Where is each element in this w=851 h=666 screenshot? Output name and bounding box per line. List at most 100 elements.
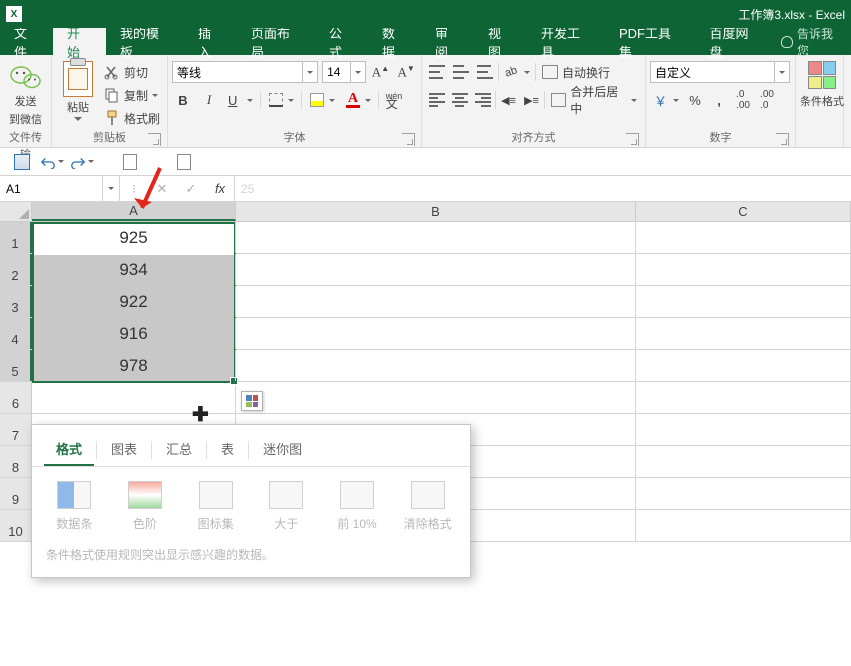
cell-a1[interactable]: 925 xyxy=(32,222,236,253)
cancel-formula-button[interactable]: ✕ xyxy=(148,181,176,197)
tab-insert[interactable]: 插入 xyxy=(184,28,237,55)
cell-b5[interactable] xyxy=(236,350,636,381)
align-middle-button[interactable] xyxy=(450,61,472,83)
cell-c2[interactable] xyxy=(636,254,851,285)
tab-file[interactable]: 文件 xyxy=(0,28,53,55)
enter-formula-button[interactable]: ✓ xyxy=(177,181,205,197)
undo-button[interactable] xyxy=(40,150,64,174)
cell-b6[interactable] xyxy=(236,382,636,413)
cell-c1[interactable] xyxy=(636,222,851,253)
cell-c8[interactable] xyxy=(636,446,851,477)
quick-analysis-button[interactable] xyxy=(241,391,263,411)
row-header-1[interactable]: 1 xyxy=(0,222,32,253)
row-header-10[interactable]: 10 xyxy=(0,510,32,541)
qa-item-databars[interactable]: 数据条 xyxy=(44,481,105,532)
alignment-dialog-launcher[interactable] xyxy=(626,133,639,146)
cell-b3[interactable] xyxy=(236,286,636,317)
percent-button[interactable]: % xyxy=(684,89,706,111)
cell-a4[interactable]: 916 xyxy=(32,318,236,349)
qa-item-top10[interactable]: 前 10% xyxy=(327,481,388,532)
font-dialog-launcher[interactable] xyxy=(402,133,415,146)
qa-tab-sparklines[interactable]: 迷你图 xyxy=(251,433,314,466)
row-header-2[interactable]: 2 xyxy=(0,254,32,285)
tab-view[interactable]: 视图 xyxy=(474,28,527,55)
qa-tab-charts[interactable]: 图表 xyxy=(99,433,149,466)
clipboard-dialog-launcher[interactable] xyxy=(148,133,161,146)
number-dialog-launcher[interactable] xyxy=(776,133,789,146)
number-format-combo[interactable]: 自定义 xyxy=(650,61,790,83)
cell-c5[interactable] xyxy=(636,350,851,381)
qa-item-colorscale[interactable]: 色阶 xyxy=(115,481,176,532)
qat-custom-button-1[interactable] xyxy=(118,150,142,174)
decrease-font-size-button[interactable]: A▼ xyxy=(395,61,417,83)
cell-c6[interactable] xyxy=(636,382,851,413)
tell-me-search[interactable]: 告诉我您 xyxy=(773,28,851,55)
cell-b2[interactable] xyxy=(236,254,636,285)
qa-item-greaterthan[interactable]: 大于 xyxy=(256,481,317,532)
decrease-indent-button[interactable]: ◀≡ xyxy=(498,89,519,111)
copy-button[interactable]: 复制 xyxy=(104,84,160,106)
tab-review[interactable]: 审阅 xyxy=(421,28,474,55)
insert-function-button[interactable]: fx xyxy=(206,181,234,196)
qa-item-iconset[interactable]: 图标集 xyxy=(185,481,246,532)
cell-b4[interactable] xyxy=(236,318,636,349)
qa-tab-totals[interactable]: 汇总 xyxy=(154,433,204,466)
tab-home[interactable]: 开始 xyxy=(53,28,106,55)
qa-tab-format[interactable]: 格式 xyxy=(44,433,94,466)
spreadsheet-grid[interactable]: A B C 1925 2934 3922 4916 5978 6 7 8 9 1… xyxy=(0,202,851,542)
redo-button[interactable] xyxy=(70,150,94,174)
font-name-combo[interactable]: 等线 xyxy=(172,61,318,83)
wrap-text-button[interactable]: 自动换行 xyxy=(538,61,614,83)
row-header-5[interactable]: 5 xyxy=(0,350,32,381)
qa-item-clearformat[interactable]: 清除格式 xyxy=(397,481,458,532)
align-center-button[interactable] xyxy=(449,89,470,111)
row-header-4[interactable]: 4 xyxy=(0,318,32,349)
qa-tab-tables[interactable]: 表 xyxy=(209,433,246,466)
cell-c3[interactable] xyxy=(636,286,851,317)
row-header-6[interactable]: 6 xyxy=(0,382,32,413)
namebox-options[interactable]: ⁝ xyxy=(120,176,148,201)
tab-pagelayout[interactable]: 页面布局 xyxy=(237,28,315,55)
tab-mytemplates[interactable]: 我的模板 xyxy=(106,28,184,55)
send-to-wechat-button[interactable]: 发送 到微信 xyxy=(4,57,47,130)
increase-indent-button[interactable]: ▶≡ xyxy=(521,89,542,111)
cell-a2[interactable]: 934 xyxy=(32,254,236,285)
cell-a5[interactable]: 978 xyxy=(32,350,236,381)
merge-center-button[interactable]: 合并后居中 xyxy=(547,89,641,111)
align-bottom-button[interactable] xyxy=(474,61,496,83)
select-all-corner[interactable] xyxy=(0,202,32,221)
column-header-c[interactable]: C xyxy=(636,202,851,221)
phonetic-button[interactable]: wén文 xyxy=(383,89,405,111)
name-box[interactable]: A1 xyxy=(0,176,120,201)
increase-font-size-button[interactable]: A▲ xyxy=(370,61,392,83)
row-header-7[interactable]: 7 xyxy=(0,414,32,445)
comma-style-button[interactable]: , xyxy=(708,89,730,111)
fill-color-button[interactable] xyxy=(306,89,338,111)
format-painter-button[interactable]: 格式刷 xyxy=(104,107,160,129)
tab-baidu[interactable]: 百度网盘 xyxy=(695,28,773,55)
cell-c9[interactable] xyxy=(636,478,851,509)
decrease-decimal-button[interactable]: .00.0 xyxy=(756,89,778,111)
cell-c7[interactable] xyxy=(636,414,851,445)
row-header-9[interactable]: 9 xyxy=(0,478,32,509)
italic-button[interactable]: I xyxy=(198,89,220,111)
align-left-button[interactable] xyxy=(426,89,447,111)
formula-input[interactable]: 25 xyxy=(235,176,851,201)
font-size-combo[interactable]: 14 xyxy=(322,61,366,83)
borders-button[interactable] xyxy=(265,89,297,111)
tab-developer[interactable]: 开发工具 xyxy=(527,28,605,55)
underline-button[interactable]: U xyxy=(224,89,256,111)
cell-a6[interactable] xyxy=(32,382,236,413)
column-header-b[interactable]: B xyxy=(236,202,636,221)
column-header-a[interactable]: A xyxy=(32,202,236,221)
conditional-format-button[interactable]: 条件格式 xyxy=(800,57,844,130)
row-header-3[interactable]: 3 xyxy=(0,286,32,317)
font-color-button[interactable]: A xyxy=(342,89,374,111)
increase-decimal-button[interactable]: .0.00 xyxy=(732,89,754,111)
orientation-button[interactable]: ab xyxy=(501,61,533,83)
tab-formulas[interactable]: 公式 xyxy=(315,28,368,55)
cell-c4[interactable] xyxy=(636,318,851,349)
bold-button[interactable]: B xyxy=(172,89,194,111)
cell-a3[interactable]: 922 xyxy=(32,286,236,317)
align-top-button[interactable] xyxy=(426,61,448,83)
